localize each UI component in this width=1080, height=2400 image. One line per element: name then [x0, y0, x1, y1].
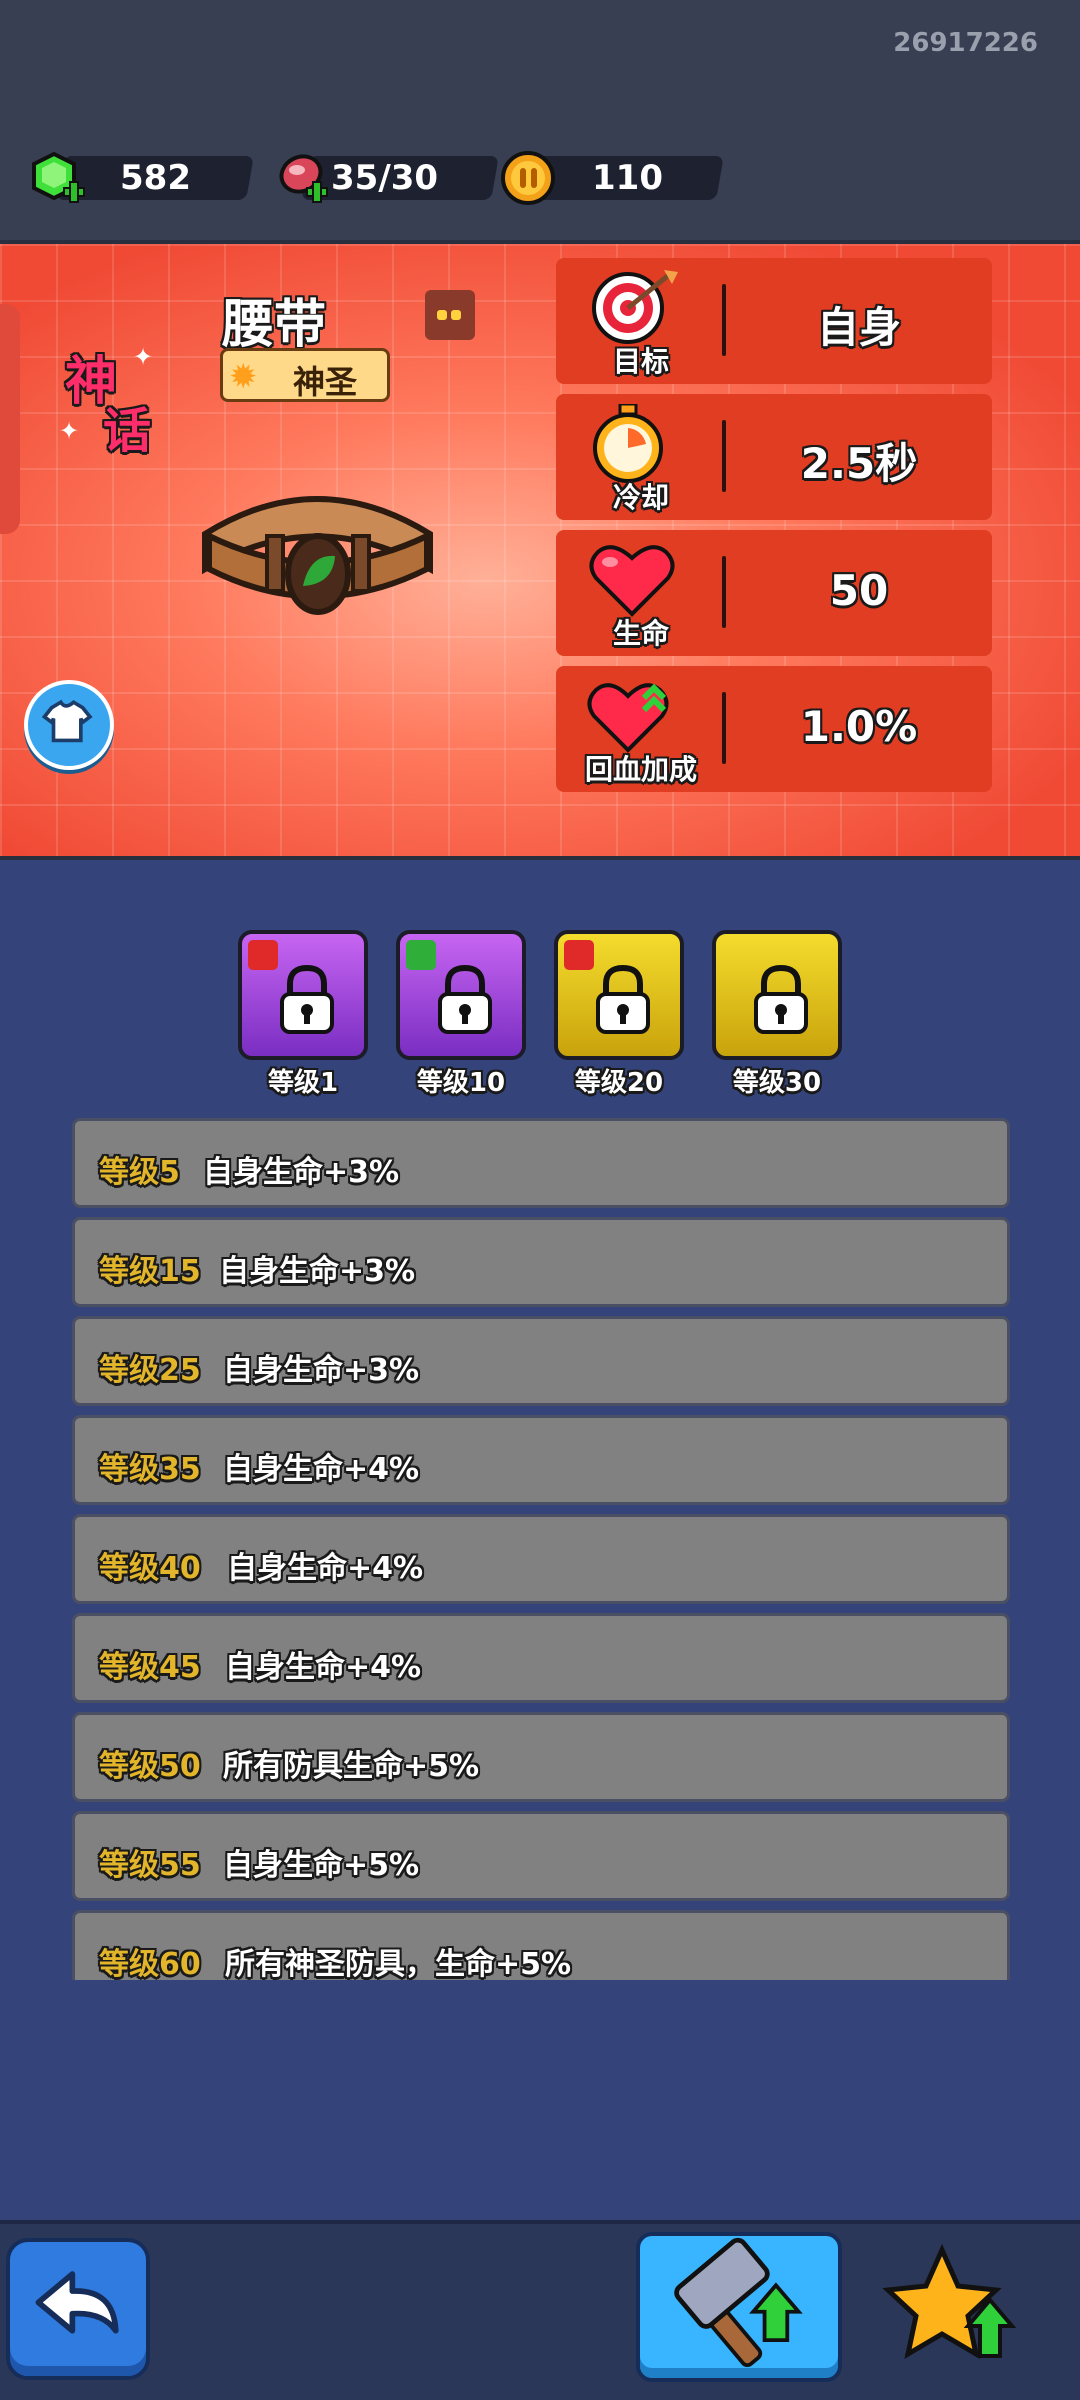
blood-drop-icon	[248, 940, 278, 970]
rarity-tag: ✹ 神圣	[220, 348, 390, 402]
stopwatch-icon	[593, 404, 663, 483]
belt-icon	[202, 496, 433, 615]
list-item: 等级55 自身生命+5%	[72, 1811, 1010, 1901]
lock-icon	[754, 964, 808, 1034]
list-item: 等级45 自身生命+4%	[72, 1613, 1010, 1703]
star-upgrade-button[interactable]	[880, 2240, 1020, 2380]
skill-level-label: 等级30	[732, 1068, 822, 1098]
stat-label: 冷却	[612, 481, 669, 514]
side-tab[interactable]	[0, 304, 20, 534]
stat-label: 生命	[612, 617, 669, 650]
perk-desc: 所有神圣防具，生命+5%	[225, 1947, 572, 1980]
lock-icon	[596, 964, 650, 1034]
sun-icon: ✹	[229, 357, 258, 397]
target-icon	[592, 270, 678, 344]
gems-value: 582	[120, 158, 191, 198]
stat-cooldown: 冷却 2.5秒	[556, 394, 992, 520]
outfit-button[interactable]	[24, 680, 114, 770]
lock-icon	[280, 964, 334, 1034]
stat-label: 目标	[612, 345, 669, 378]
stat-value: 2.5秒	[800, 439, 918, 488]
meat-value: 35/30	[331, 158, 439, 198]
rarity-label: 神圣	[293, 363, 358, 401]
list-item: 等级25 自身生命+3%	[72, 1316, 1010, 1406]
perk-level: 等级35	[99, 1452, 201, 1487]
perk-desc: 自身生命+5%	[223, 1848, 420, 1883]
stat-label: 回血加成	[584, 753, 697, 786]
stat-health: 生命 50	[556, 530, 992, 656]
coin-icon	[501, 151, 555, 205]
perk-list[interactable]: 等级5 自身生命+3% 等级15 自身生命+3% 等级25 自身生命+3% 等级…	[72, 1118, 1010, 1980]
skill-level-label: 等级1	[267, 1068, 339, 1098]
perk-desc: 自身生命+4%	[223, 1452, 420, 1487]
meat-add-icon	[279, 154, 328, 203]
perk-level: 等级15	[99, 1254, 201, 1289]
skill-level-label: 等级20	[574, 1068, 664, 1098]
list-item: 等级50 所有防具生命+5%	[72, 1712, 1010, 1802]
item-banner: 神 话 ✦ ✦ 腰带 ✹ 神圣 目标 自身 冷却 2.5秒 生命 50 回血加成…	[0, 240, 1080, 860]
perk-desc: 自身生命+4%	[225, 1650, 422, 1685]
gem-add-icon	[32, 151, 85, 203]
player-id: 26917226	[893, 28, 1038, 58]
shirt-icon	[41, 699, 93, 743]
perk-level: 等级50	[99, 1749, 201, 1784]
mythic-char-2: 话	[103, 403, 152, 459]
perk-desc: 自身生命+3%	[203, 1155, 400, 1190]
medical-plus-icon	[564, 940, 594, 970]
skill-slot-3[interactable]	[554, 930, 684, 1060]
item-name: 腰带	[222, 295, 327, 355]
stat-value: 自身	[816, 303, 901, 352]
forge-upgrade-button[interactable]	[636, 2232, 842, 2382]
mythic-badge: 神 话 ✦ ✦	[55, 339, 165, 459]
list-item: 等级15 自身生命+3%	[72, 1217, 1010, 1307]
skill-slot-1[interactable]	[238, 930, 368, 1060]
heart-icon	[589, 545, 675, 617]
perk-desc: 所有防具生命+5%	[223, 1749, 480, 1784]
sparkle-icon: ✦	[133, 343, 154, 371]
perk-level: 等级45	[99, 1650, 201, 1685]
skill-slot-2[interactable]	[396, 930, 526, 1060]
list-item: 等级35 自身生命+4%	[72, 1415, 1010, 1505]
sparkle-icon: ✦	[59, 417, 80, 445]
stat-value: 1.0%	[800, 702, 918, 751]
list-item: 等级40 自身生命+4%	[72, 1514, 1010, 1604]
stat-regen: 回血加成 1.0%	[556, 666, 992, 792]
perk-level: 等级5	[99, 1155, 180, 1190]
perk-level: 等级40	[99, 1551, 201, 1586]
skill-slot-4[interactable]	[712, 930, 842, 1060]
list-item: 等级5 自身生命+3%	[72, 1118, 1010, 1208]
perk-level: 等级25	[99, 1353, 201, 1388]
heart-regen-icon	[587, 683, 669, 753]
back-arrow-icon	[35, 2271, 119, 2334]
stat-target: 目标 自身	[556, 258, 992, 384]
bottom-bar	[0, 2220, 1080, 2400]
perk-level: 等级55	[99, 1848, 201, 1883]
perk-level: 等级60	[99, 1947, 201, 1980]
lock-icon	[438, 964, 492, 1034]
perk-desc: 自身生命+3%	[223, 1353, 420, 1388]
plus-icon	[406, 940, 436, 970]
perk-desc: 自身生命+4%	[227, 1551, 424, 1586]
back-button[interactable]	[6, 2238, 150, 2380]
list-item: 等级60 所有神圣防具，生命+5%	[72, 1910, 1010, 1980]
skill-level-label: 等级10	[416, 1068, 506, 1098]
hammer-upgrade-icon	[674, 2237, 803, 2368]
coins-value: 110	[592, 158, 663, 198]
stat-value: 50	[829, 566, 889, 615]
top-bar: 26917226 582 35/30 110	[0, 0, 1080, 240]
info-button[interactable]	[425, 290, 475, 340]
perk-desc: 自身生命+3%	[219, 1254, 416, 1289]
star-upgrade-icon	[882, 2243, 1017, 2360]
